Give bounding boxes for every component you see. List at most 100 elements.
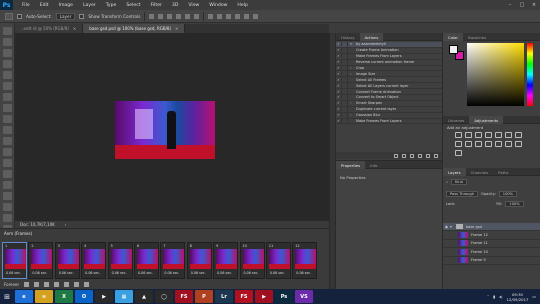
menu-filter[interactable]: Filter	[146, 3, 167, 8]
hue-saturation-icon[interactable]	[505, 132, 512, 138]
menu-layer[interactable]: Layer	[78, 3, 101, 8]
curves-icon[interactable]	[475, 132, 482, 138]
dialog-toggle[interactable]	[342, 53, 348, 59]
windows-icon[interactable]: ⊞	[0, 289, 14, 304]
dialog-toggle[interactable]	[342, 106, 348, 112]
layer-row[interactable]: Frame 9	[443, 257, 540, 265]
duplicate-frame-icon[interactable]	[74, 282, 80, 287]
taskbar-app-powerpoint[interactable]: P	[195, 290, 213, 303]
taskbar-app-lightroom[interactable]: Lr	[215, 290, 233, 303]
path-selection-tool-icon[interactable]	[3, 203, 12, 211]
levels-icon[interactable]	[465, 132, 472, 138]
align-middle-icon[interactable]	[158, 13, 164, 19]
opacity-input[interactable]: 100%	[498, 191, 518, 197]
tab-actions[interactable]: Actions	[359, 33, 384, 41]
taskbar-app-fs[interactable]: FS	[175, 290, 193, 303]
canvas-area[interactable]	[15, 33, 329, 221]
tab-channels[interactable]: Channels	[466, 168, 494, 176]
taskbar-app-visual-studio[interactable]: VS	[295, 290, 313, 303]
taskbar-app-store[interactable]: ▦	[115, 290, 133, 303]
eyedropper-tool-icon[interactable]	[3, 82, 12, 90]
posterize-icon[interactable]	[495, 141, 502, 147]
animation-frame[interactable]: 10 0.06 sec.	[239, 242, 265, 279]
hue-slider[interactable]	[527, 43, 533, 106]
dialog-toggle[interactable]	[342, 59, 348, 65]
dialog-toggle[interactable]	[342, 94, 348, 100]
eye-icon[interactable]: ◉	[443, 225, 450, 229]
menu-window[interactable]: Window	[204, 3, 232, 8]
close-tab-icon[interactable]: ×	[73, 26, 76, 31]
distribute-right-icon[interactable]	[253, 13, 259, 19]
animation-frame[interactable]: 9 0.06 sec.	[213, 242, 239, 279]
action-row[interactable]: ✓ Make Frames From Layers	[336, 118, 443, 125]
dialog-toggle[interactable]	[342, 47, 348, 53]
tab-info[interactable]: Info	[365, 161, 382, 169]
animation-frame[interactable]: 1 0.06 sec.	[2, 242, 27, 279]
fill-input[interactable]: 100%	[505, 201, 524, 207]
frame-delay[interactable]: 0.06 sec.	[164, 271, 179, 275]
close-button[interactable]: ×	[528, 0, 540, 10]
document-tab-active[interactable]: base gsd.psd @ 100% (base gsd, RGB/8) ×	[83, 24, 186, 33]
distribute-center-icon[interactable]	[244, 13, 250, 19]
animation-frame[interactable]: 4 0.06 sec.	[81, 242, 107, 279]
frame-delay[interactable]: 0.06 sec.	[85, 271, 100, 275]
blur-tool-icon[interactable]	[3, 159, 12, 167]
tab-libraries[interactable]: Libraries	[443, 116, 469, 124]
layer-row[interactable]: Frame 11	[443, 240, 540, 249]
lasso-tool-icon[interactable]	[3, 49, 12, 57]
frame-delay[interactable]: 0.06 sec.	[32, 271, 47, 275]
notifications-icon[interactable]: ▭	[532, 294, 536, 299]
animation-frame[interactable]: 5 0.06 sec.	[107, 242, 133, 279]
auto-select-dropdown[interactable]: Layer	[55, 12, 76, 20]
dodge-tool-icon[interactable]	[3, 170, 12, 178]
tab-color[interactable]: Color	[443, 33, 463, 41]
volume-icon[interactable]: ◂)	[499, 294, 502, 299]
animation-frame[interactable]: 12 0.06 sec.	[292, 242, 318, 279]
tab-history[interactable]: History	[336, 33, 360, 41]
gradient-map-icon[interactable]	[515, 141, 522, 147]
black-white-icon[interactable]	[455, 141, 462, 147]
record-icon[interactable]	[402, 153, 406, 158]
crop-tool-icon[interactable]	[3, 71, 12, 79]
next-frame-icon[interactable]	[54, 282, 60, 287]
align-bottom-icon[interactable]	[167, 13, 173, 19]
auto-select-checkbox[interactable]	[17, 13, 22, 19]
distribute-top-icon[interactable]	[208, 13, 214, 19]
document-tab[interactable]: ..oett id @ 50% (RGB/8) ×	[15, 24, 84, 33]
delete-icon[interactable]	[434, 153, 438, 158]
new-action-icon[interactable]	[426, 153, 430, 158]
frame-delay[interactable]: 0.06 sec.	[138, 271, 153, 275]
menu-edit[interactable]: Edit	[35, 3, 54, 8]
frame-delay[interactable]: 0.06 sec.	[112, 271, 127, 275]
color-balance-icon[interactable]	[515, 132, 522, 138]
quick-select-tool-icon[interactable]	[3, 60, 12, 68]
stop-icon[interactable]	[394, 153, 398, 158]
layer-row[interactable]: Frame 12	[443, 231, 540, 240]
taskbar-app-outlook[interactable]: O	[75, 290, 93, 303]
gradient-tool-icon[interactable]	[3, 148, 12, 156]
taskbar-app-excel[interactable]: X	[55, 290, 73, 303]
color-picker-field[interactable]	[467, 43, 524, 106]
delete-frame-icon[interactable]	[84, 282, 90, 287]
animation-frame[interactable]: 6 0.06 sec.	[133, 242, 159, 279]
clock[interactable]: 09:30 12/09/2017	[507, 292, 529, 302]
animation-frame[interactable]: 7 0.06 sec.	[160, 242, 186, 279]
menu-view[interactable]: View	[183, 3, 204, 8]
history-brush-tool-icon[interactable]	[3, 126, 12, 134]
exposure-icon[interactable]	[485, 132, 492, 138]
distribute-middle-icon[interactable]	[217, 13, 223, 19]
pen-tool-icon[interactable]	[3, 181, 12, 189]
dialog-toggle[interactable]	[342, 89, 348, 95]
move-tool-icon[interactable]	[3, 27, 12, 35]
minimize-button[interactable]: –	[504, 0, 516, 10]
menu-image[interactable]: Image	[54, 3, 78, 8]
shape-tool-icon[interactable]	[3, 214, 12, 222]
taskbar-app-photoshop[interactable]: Ps	[275, 290, 293, 303]
play-icon[interactable]	[410, 153, 414, 158]
align-right-icon[interactable]	[194, 13, 200, 19]
chevron-down-icon[interactable]: ▾	[450, 225, 452, 229]
photo-filter-icon[interactable]	[465, 141, 472, 147]
loop-dropdown[interactable]: Forever	[4, 282, 19, 287]
document-image[interactable]	[115, 101, 215, 159]
menu-type[interactable]: Type	[101, 3, 122, 8]
